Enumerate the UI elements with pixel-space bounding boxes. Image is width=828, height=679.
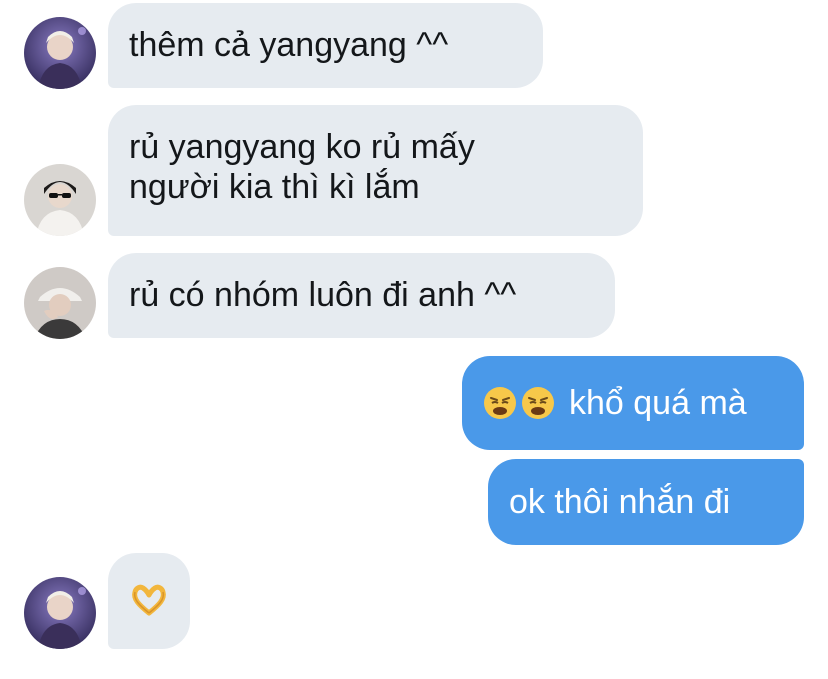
message-text-line-1: rủ yangyang ko rủ mấy xyxy=(129,128,475,166)
avatar-purple-portrait-icon xyxy=(24,577,96,649)
message-bubble[interactable]: rủ yangyang ko rủ mấy người kia thì kì l… xyxy=(108,105,643,236)
message-text: khổ quá mà xyxy=(569,384,747,422)
message-text: thêm cả yangyang ^^ xyxy=(129,26,449,64)
avatar[interactable] xyxy=(24,267,96,339)
avatar-purple-portrait-icon xyxy=(24,17,96,89)
message-bubble[interactable]: ok thôi nhắn đi xyxy=(488,459,804,545)
message-bubble[interactable] xyxy=(108,553,190,649)
message-text-line-2: người kia thì kì lắm xyxy=(129,168,420,206)
avatar-sunglasses-portrait-icon xyxy=(24,164,96,236)
message-text: rủ có nhóm luôn đi anh ^^ xyxy=(129,276,517,314)
message-bubble[interactable]: thêm cả yangyang ^^ xyxy=(108,3,543,88)
message-text: ok thôi nhắn đi xyxy=(509,483,731,521)
message-bubble[interactable]: rủ có nhóm luôn đi anh ^^ xyxy=(108,253,615,338)
avatar[interactable] xyxy=(24,577,96,649)
avatar[interactable] xyxy=(24,164,96,236)
message-bubble[interactable]: khổ quá mà xyxy=(462,356,804,450)
heart-hands-emoji-icon xyxy=(132,584,166,616)
weary-face-emoji-icon xyxy=(484,387,516,419)
avatar-cap-portrait-icon xyxy=(24,267,96,339)
weary-face-emoji-icon xyxy=(522,387,554,419)
avatar[interactable] xyxy=(24,17,96,89)
